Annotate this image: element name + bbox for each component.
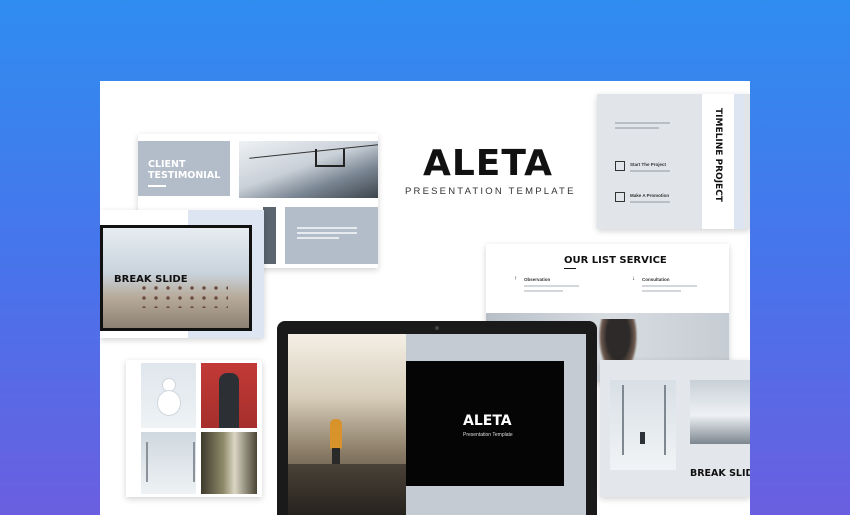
rock-outcrop bbox=[288, 464, 406, 515]
walker-figure bbox=[640, 432, 645, 444]
timeline-vertical-label: TIMELINE PROJECT bbox=[713, 108, 723, 202]
laptop-slide-dark: ALETA Presentation Template bbox=[406, 334, 586, 515]
snowman-photo bbox=[141, 363, 196, 428]
hero-title: ALETA bbox=[423, 143, 554, 184]
timeline-item-1: Start The Project bbox=[630, 162, 667, 167]
photo-grid-slide bbox=[126, 360, 262, 497]
snowman-head bbox=[163, 379, 175, 391]
balloon-dots bbox=[138, 283, 228, 308]
forest-photo bbox=[201, 432, 257, 494]
ski-lift-photo bbox=[239, 141, 378, 198]
list-service-title: OUR LIST SERVICE bbox=[564, 255, 667, 266]
laptop-slide-title: ALETA bbox=[463, 413, 512, 429]
laptop-slide-black-panel: ALETA Presentation Template bbox=[406, 361, 564, 486]
timeline-text-lines bbox=[615, 122, 670, 132]
timeline-icon-1 bbox=[615, 161, 625, 171]
timeline-icon-2 bbox=[615, 192, 625, 202]
lift-cable bbox=[249, 144, 378, 159]
hiker-figure bbox=[330, 419, 342, 449]
timeline-slide: Start The Project Make A Promotion TIMEL… bbox=[597, 94, 750, 229]
timeline-item-1-lines bbox=[630, 170, 670, 175]
laptop-screen: ALETA Presentation Template bbox=[288, 334, 586, 515]
arrow-up-icon: ↑ bbox=[514, 276, 517, 282]
hero-subtitle: PRESENTATION TEMPLATE bbox=[405, 186, 576, 197]
arrow-down-icon: ↓ bbox=[632, 276, 635, 282]
showcase-canvas: ALETA PRESENTATION TEMPLATE CLIENT TESTI… bbox=[100, 81, 750, 515]
list-service-col1: Observation bbox=[524, 277, 551, 282]
hiker-valley-photo bbox=[288, 334, 406, 515]
break-slide-right-label: BREAK SLIDE bbox=[690, 468, 750, 479]
testimonial-text-lines bbox=[297, 227, 357, 242]
testimonial-underline bbox=[148, 185, 166, 187]
person-figure bbox=[219, 373, 239, 428]
timeline-item-2-lines bbox=[630, 201, 670, 206]
timeline-item-2: Make A Promotion bbox=[630, 193, 670, 198]
list-service-underline bbox=[564, 268, 576, 269]
timeline-blue-strip bbox=[734, 94, 744, 229]
bridge-photo-small bbox=[141, 432, 196, 494]
laptop-mockup: ALETA Presentation Template bbox=[277, 321, 597, 515]
red-jacket-photo bbox=[201, 363, 257, 428]
mountain-photo bbox=[690, 380, 750, 444]
tree-photo bbox=[263, 207, 276, 264]
snowman-body bbox=[158, 391, 180, 415]
bridge-tower bbox=[622, 385, 666, 455]
list-service-col1-lines bbox=[524, 285, 579, 295]
camera-dot bbox=[435, 326, 439, 330]
laptop-slide-subtitle: Presentation Template bbox=[463, 432, 513, 438]
break-slide-right: BREAK SLIDE bbox=[600, 360, 750, 497]
timeline-label-panel: TIMELINE PROJECT bbox=[702, 94, 734, 229]
testimonial-text-block bbox=[285, 207, 378, 264]
bridge-photo-large bbox=[610, 380, 676, 470]
testimonial-label-block: CLIENT TESTIMONIAL bbox=[138, 141, 230, 196]
list-service-col2-lines bbox=[642, 285, 697, 295]
ski-lift-chair bbox=[315, 149, 345, 167]
break-slide-left: BREAK SLIDE bbox=[100, 210, 264, 338]
break-slide-left-label: BREAK SLIDE bbox=[114, 274, 188, 285]
bridge-rail bbox=[146, 442, 195, 482]
list-service-col2: Consultation bbox=[642, 277, 670, 282]
testimonial-label: CLIENT TESTIMONIAL bbox=[148, 159, 221, 181]
